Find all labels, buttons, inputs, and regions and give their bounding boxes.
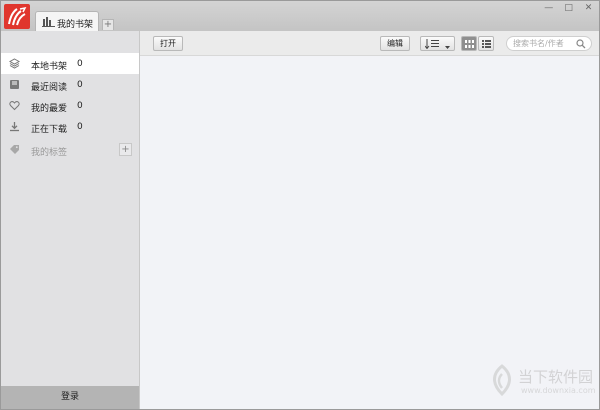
tab-label: 我的书架 bbox=[57, 20, 94, 30]
list-view-button[interactable] bbox=[478, 36, 494, 51]
window-controls: — □ ✕ bbox=[538, 3, 595, 15]
maximize-button[interactable]: □ bbox=[562, 3, 575, 13]
open-button[interactable]: 打开 bbox=[153, 36, 183, 51]
download-icon bbox=[9, 121, 20, 132]
layers-icon bbox=[8, 58, 21, 69]
close-button[interactable]: ✕ bbox=[582, 3, 595, 13]
heart-icon bbox=[9, 100, 20, 111]
sidebar-item-count: 0 bbox=[77, 122, 83, 132]
sidebar-item-count: 0 bbox=[77, 101, 83, 111]
sidebar-item-count: 0 bbox=[77, 80, 83, 90]
sidebar-item-label: 我的标签 bbox=[31, 148, 68, 158]
sidebar-item-count: 0 bbox=[77, 59, 83, 69]
sidebar-item-local-shelf[interactable]: 本地书架 0 bbox=[1, 53, 139, 74]
grid-icon bbox=[465, 40, 474, 51]
sidebar-item-label: 正在下载 bbox=[31, 125, 68, 135]
grid-view-button[interactable] bbox=[461, 36, 477, 51]
sidebar: 本地书架 0 最近阅读 0 我的最爱 0 正在下载 0 我的标签 + 登录 bbox=[1, 31, 140, 409]
search-icon[interactable] bbox=[576, 39, 586, 49]
watermark-text: 当下软件园 bbox=[518, 368, 594, 386]
sidebar-item-label: 最近阅读 bbox=[31, 83, 68, 93]
sidebar-item-my-tags[interactable]: 我的标签 + bbox=[1, 139, 139, 160]
toolbar: 打开 编辑 bbox=[140, 31, 599, 56]
watermark-icon bbox=[493, 364, 511, 397]
list-icon bbox=[482, 40, 491, 51]
search-box bbox=[506, 36, 592, 51]
sidebar-item-label: 本地书架 bbox=[31, 62, 68, 72]
bookshelf-icon bbox=[42, 16, 55, 27]
search-input[interactable] bbox=[513, 38, 577, 49]
minimize-button[interactable]: — bbox=[542, 3, 555, 13]
edit-button[interactable]: 编辑 bbox=[380, 36, 410, 51]
login-button[interactable]: 登录 bbox=[1, 386, 139, 409]
bookshelf-content-area bbox=[140, 57, 599, 409]
sort-dropdown[interactable] bbox=[420, 36, 455, 51]
sidebar-item-downloading[interactable]: 正在下载 0 bbox=[1, 116, 139, 137]
sidebar-item-label: 我的最爱 bbox=[31, 104, 68, 114]
new-tab-button[interactable]: + bbox=[102, 19, 114, 30]
sidebar-item-recent[interactable]: 最近阅读 0 bbox=[1, 74, 139, 95]
chevron-down-icon bbox=[445, 42, 450, 52]
sort-icon bbox=[424, 39, 439, 52]
title-bar: 我的书架 + — □ ✕ bbox=[1, 1, 599, 31]
app-window: 我的书架 + — □ ✕ 本地书架 0 最近阅读 0 我的最爱 0 正在下载 0… bbox=[0, 0, 600, 410]
add-tag-button[interactable]: + bbox=[119, 143, 132, 156]
app-logo-icon bbox=[4, 4, 30, 29]
tab-my-bookshelf[interactable]: 我的书架 bbox=[35, 11, 99, 31]
book-icon bbox=[9, 79, 20, 90]
sidebar-item-favorites[interactable]: 我的最爱 0 bbox=[1, 95, 139, 116]
watermark-logo: 当下软件园 www.downxia.com bbox=[488, 364, 596, 400]
tag-icon bbox=[9, 144, 20, 155]
watermark-url: www.downxia.com bbox=[521, 386, 596, 395]
